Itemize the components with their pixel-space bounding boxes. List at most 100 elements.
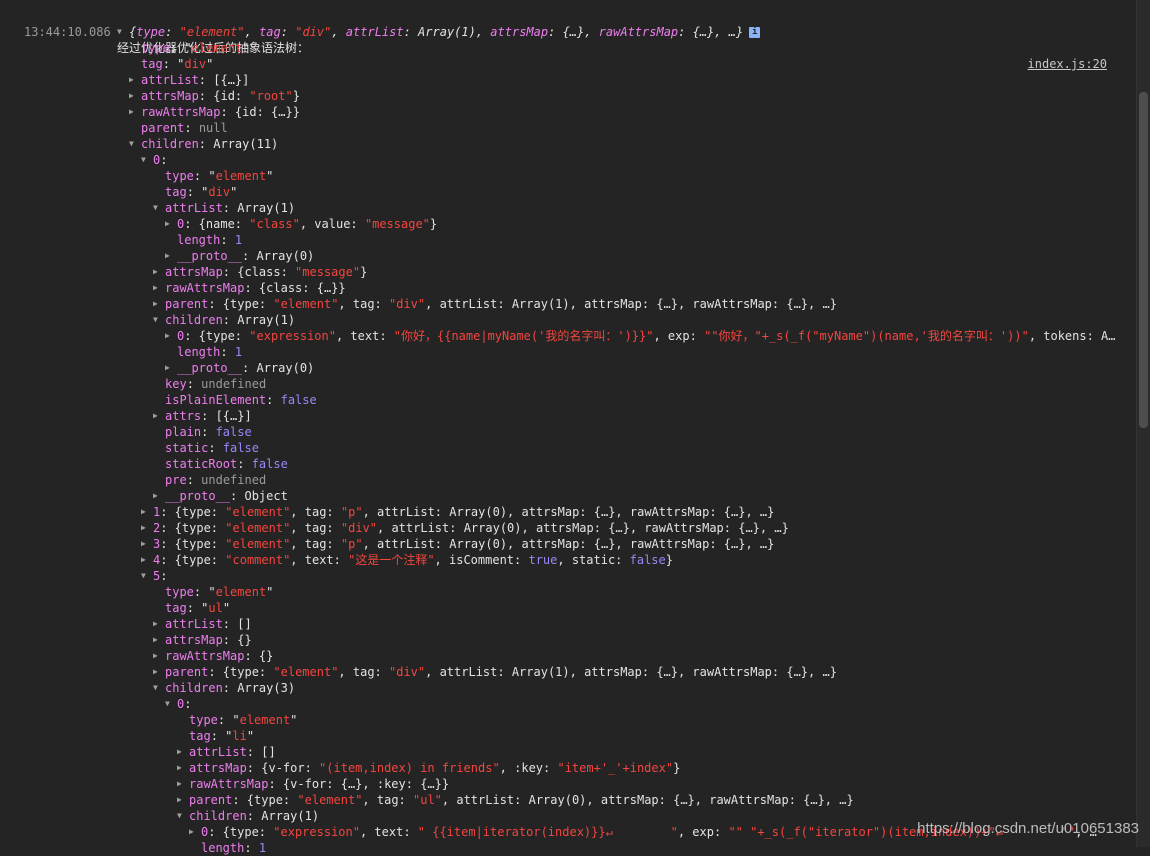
expand-triangle-icon[interactable]: ▼ <box>165 696 177 712</box>
tree-row: type: "element" <box>177 712 297 728</box>
punctuation: : <box>220 345 235 359</box>
tree-row[interactable]: ▶ attrList: [{…}] <box>129 72 249 88</box>
object-summary-row[interactable]: ▼ {type: "element", tag: "div", attrList:… <box>117 24 761 40</box>
expand-triangle-icon[interactable]: ▼ <box>177 808 189 824</box>
collapse-triangle-icon[interactable]: ▶ <box>153 296 165 312</box>
collapse-triangle-icon[interactable]: ▶ <box>165 216 177 232</box>
collapse-triangle-icon[interactable]: ▶ <box>177 744 189 760</box>
punctuation: : {type: <box>208 825 274 839</box>
collapse-triangle-icon[interactable]: ▶ <box>153 488 165 504</box>
punctuation: : Array(1), <box>403 25 491 39</box>
tree-row: plain: false <box>153 424 252 440</box>
tree-row[interactable]: ▶ attrsMap: {} <box>153 632 252 648</box>
tree-row[interactable]: ▶ __proto__: Object <box>153 488 288 504</box>
tree-row: static: false <box>153 440 259 456</box>
collapse-triangle-icon[interactable]: ▶ <box>153 280 165 296</box>
punctuation: } <box>665 553 673 567</box>
collapse-triangle-icon[interactable]: ▶ <box>141 504 153 520</box>
punctuation: , value: <box>299 217 365 231</box>
null-value: null <box>198 121 228 135</box>
collapse-triangle-icon[interactable]: ▶ <box>177 776 189 792</box>
tree-row[interactable]: ▶ rawAttrsMap: {} <box>153 648 273 664</box>
tree-row[interactable]: ▶ parent: {type: "element", tag: "div", a… <box>153 664 837 680</box>
collapse-triangle-icon[interactable]: ▶ <box>153 616 165 632</box>
string-value: element <box>191 41 243 55</box>
tree-row[interactable]: ▶ 4: {type: "comment", text: "这是一个注释", is… <box>141 552 673 568</box>
property-key: attrsMap <box>490 25 549 39</box>
collapse-triangle-icon[interactable]: ▶ <box>153 664 165 680</box>
collapse-triangle-icon[interactable]: ▶ <box>141 520 153 536</box>
property-key: rawAttrsMap <box>165 649 245 663</box>
tree-row[interactable]: ▶ attrs: [{…}] <box>153 408 252 424</box>
collapse-triangle-icon[interactable]: ▶ <box>165 328 177 344</box>
punctuation: : " <box>217 713 240 727</box>
collapse-triangle-icon[interactable]: ▶ <box>165 248 177 264</box>
tree-row[interactable]: ▶ 3: {type: "element", tag: "p", attrList… <box>141 536 774 552</box>
tree-row[interactable]: ▼ children: Array(1) <box>153 312 295 328</box>
tree-row[interactable]: ▼ 5: <box>141 568 167 584</box>
property-key: __proto__ <box>165 489 231 503</box>
collapse-triangle-icon[interactable]: ▶ <box>129 72 141 88</box>
tree-row[interactable]: ▼ children: Array(11) <box>129 136 278 152</box>
punctuation: : {type: <box>160 553 226 567</box>
collapse-triangle-icon[interactable]: ▶ <box>141 552 153 568</box>
tree-row[interactable]: ▶ attrList: [] <box>177 744 276 760</box>
punctuation: : <box>237 457 252 471</box>
expand-triangle-icon[interactable]: ▼ <box>153 312 165 328</box>
tree-row[interactable]: ▼ 0: <box>141 152 167 168</box>
literal-value: 1 <box>234 233 243 247</box>
tree-row[interactable]: ▶ parent: {type: "element", tag: "div", a… <box>153 296 837 312</box>
info-icon[interactable]: i <box>749 27 761 38</box>
tree-row[interactable]: ▶ 0: {name: "class", value: "message"} <box>165 216 437 232</box>
tree-row[interactable]: ▶ attrsMap: {v-for: "(item,index) in frie… <box>177 760 680 776</box>
tree-row[interactable]: ▶ 0: {type: "expression", text: "你好，{{nam… <box>165 328 1116 344</box>
literal-value: false <box>629 553 666 567</box>
tree-row[interactable]: ▼ 0: <box>165 696 191 712</box>
collapse-triangle-icon[interactable]: ▶ <box>153 648 165 664</box>
scrollbar-thumb[interactable] <box>1139 92 1148 428</box>
collapse-triangle-icon[interactable]: ▶ <box>177 792 189 808</box>
expand-triangle-icon[interactable]: ▼ <box>141 152 153 168</box>
punctuation: : {} <box>244 649 274 663</box>
punctuation: , attrList: Array(0), attrsMap: {…}, raw… <box>362 505 775 519</box>
tree-row[interactable]: ▼ children: Array(3) <box>153 680 295 696</box>
tree-row[interactable]: ▼ children: Array(1) <box>177 808 319 824</box>
expand-triangle-icon[interactable]: ▼ <box>153 680 165 696</box>
expand-triangle-icon[interactable]: ▼ <box>153 200 165 216</box>
collapse-triangle-icon[interactable]: ▶ <box>177 760 189 776</box>
tree-row[interactable]: ▶ __proto__: Array(0) <box>165 248 314 264</box>
expand-triangle-icon[interactable]: ▼ <box>141 568 153 584</box>
tree-row[interactable]: ▶ rawAttrsMap: {id: {…}} <box>129 104 300 120</box>
tree-row[interactable]: ▶ 1: {type: "element", tag: "p", attrList… <box>141 504 774 520</box>
expand-triangle-icon[interactable]: ▼ <box>129 136 141 152</box>
tree-row[interactable]: ▼ attrList: Array(1) <box>153 200 295 216</box>
collapse-triangle-icon[interactable]: ▶ <box>153 408 165 424</box>
tree-row[interactable]: ▶ parent: {type: "element", tag: "ul", at… <box>177 792 854 808</box>
tree-row[interactable]: ▶ attrList: [] <box>153 616 252 632</box>
vertical-scrollbar[interactable] <box>1136 0 1150 847</box>
tree-row: tag: "div" <box>153 184 237 200</box>
collapse-triangle-icon[interactable]: ▶ <box>141 536 153 552</box>
property-key: type <box>141 41 170 55</box>
tree-row: type: "element" <box>153 584 273 600</box>
collapse-triangle-icon[interactable]: ▶ <box>165 360 177 376</box>
collapse-triangle-icon[interactable]: ▶ <box>153 264 165 280</box>
tree-row[interactable]: ▶ attrsMap: {class: "message"} <box>153 264 367 280</box>
collapse-triangle-icon[interactable]: ▶ <box>129 88 141 104</box>
string-value: ""你好，"+_s(_f("myName")(name,'我的名字叫：'))" <box>704 329 1029 343</box>
punctuation: , text: <box>359 825 418 839</box>
tree-row[interactable]: ▶ rawAttrsMap: {v-for: {…}, :key: {…}} <box>177 776 449 792</box>
tree-row[interactable]: ▶ attrsMap: {id: "root"} <box>129 88 300 104</box>
punctuation: , static: <box>557 553 630 567</box>
tree-row[interactable]: ▶ __proto__: Array(0) <box>165 360 314 376</box>
collapse-triangle-icon[interactable]: ▶ <box>153 632 165 648</box>
tree-row[interactable]: ▶ 2: {type: "element", tag: "div", attrLi… <box>141 520 789 536</box>
property-key: tag <box>165 185 187 199</box>
collapse-triangle-icon[interactable]: ▶ <box>189 824 201 840</box>
collapse-triangle-icon[interactable]: ▶ <box>129 104 141 120</box>
expand-triangle-icon[interactable]: ▼ <box>117 24 129 40</box>
source-link[interactable]: index.js:20 <box>1028 56 1107 72</box>
tree-row[interactable]: ▶ rawAttrsMap: {class: {…}} <box>153 280 346 296</box>
property-key: rawAttrsMap <box>189 777 269 791</box>
tree-row: length: 1 <box>165 232 242 248</box>
